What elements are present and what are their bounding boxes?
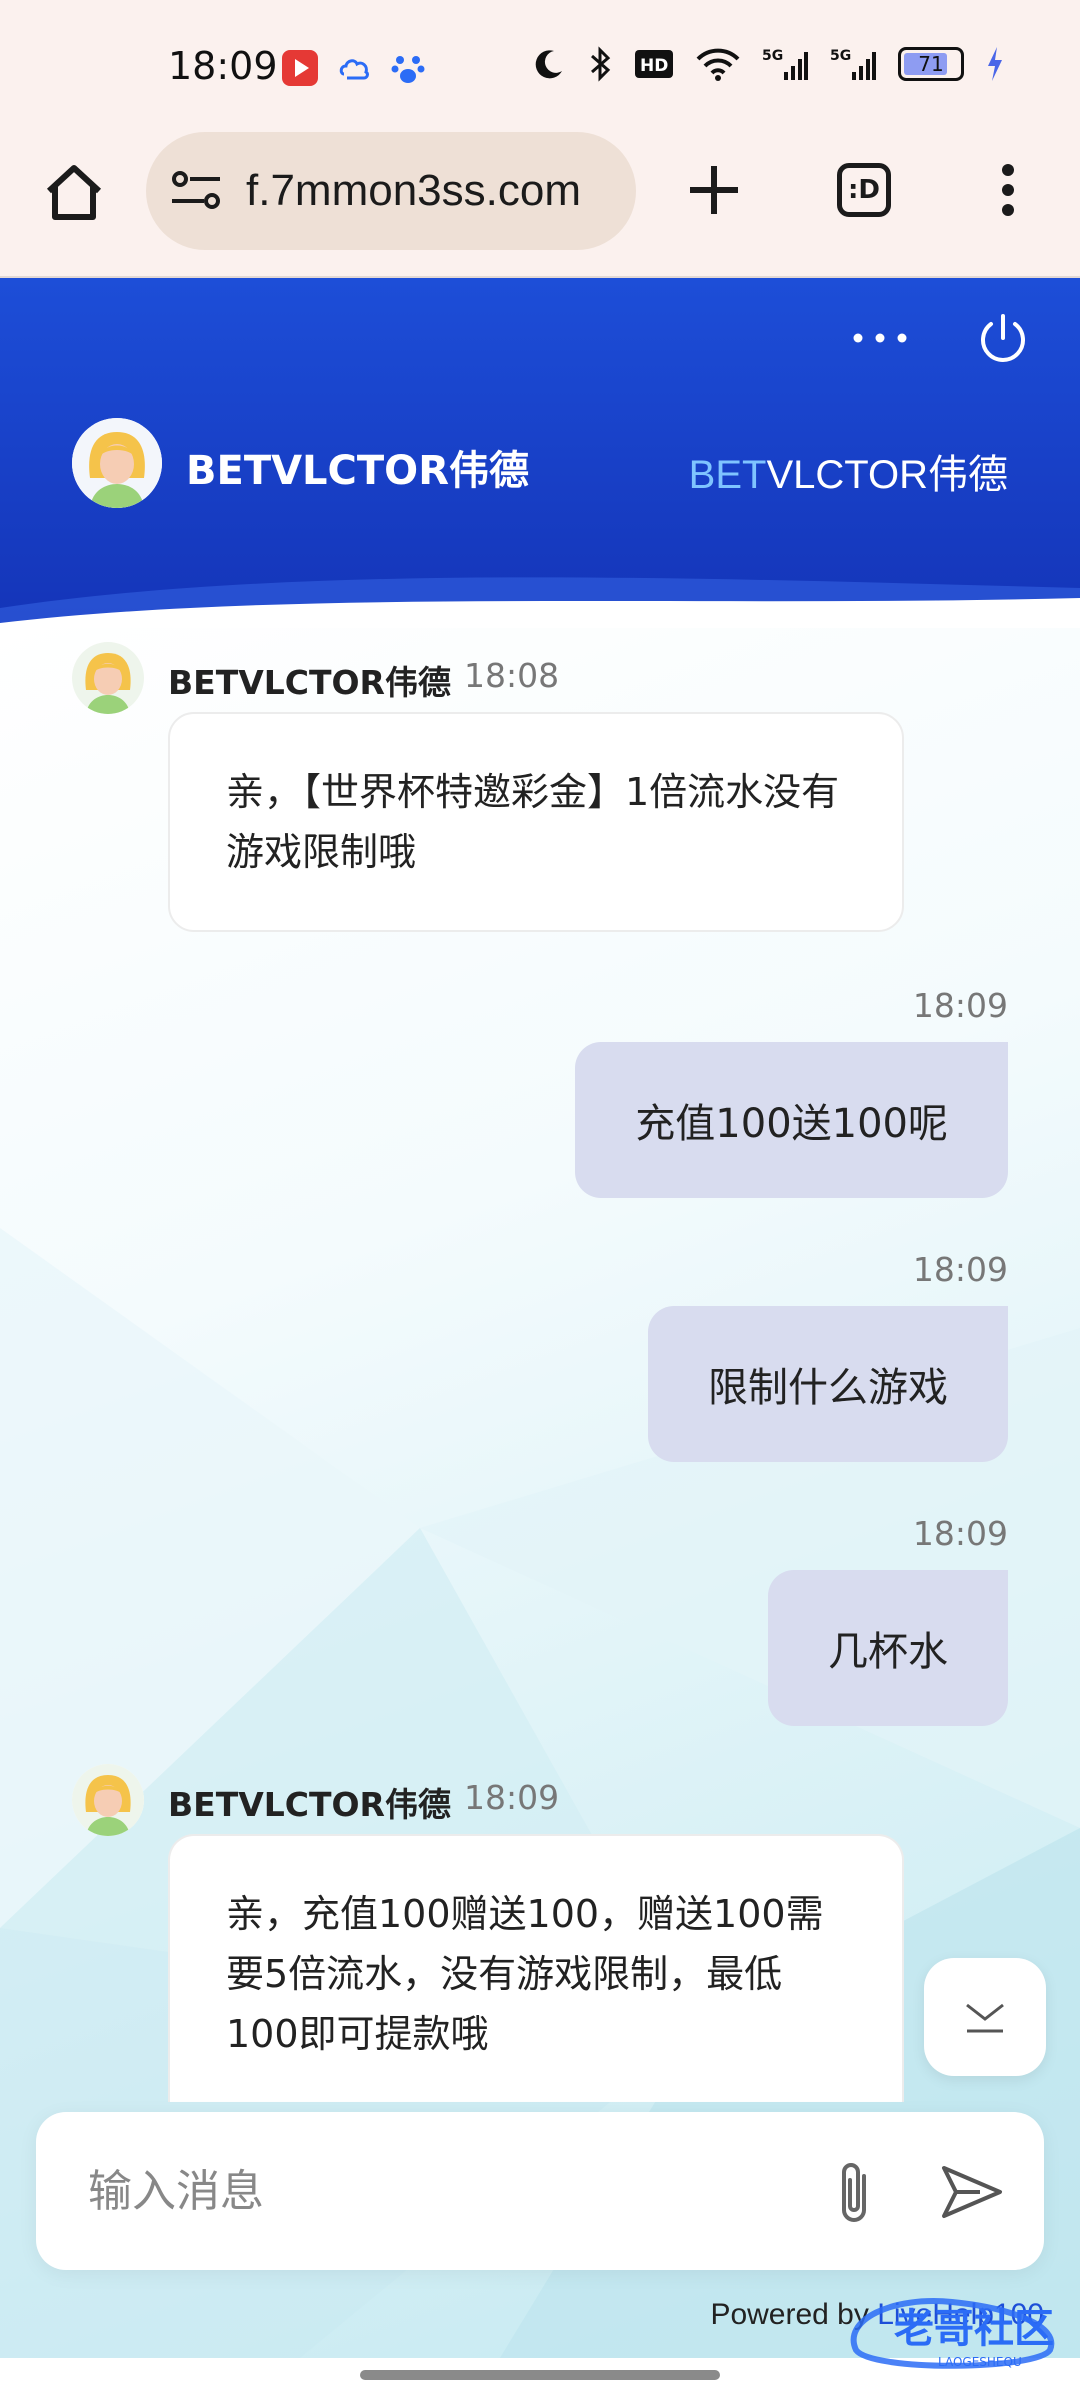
message-composer — [36, 2112, 1044, 2270]
url-text: f.7mmon3ss.com — [246, 166, 581, 215]
chat-header: BETVLCTOR伟德 BETVLCTOR伟德 — [0, 278, 1080, 628]
message-time: 18:08 — [464, 656, 560, 695]
watermark-logo: 老哥社区 LAOGESHEQU — [850, 2298, 1055, 2369]
scroll-down-icon — [966, 2003, 1004, 2033]
wifi-icon — [696, 48, 740, 81]
agent-message: BETVLCTOR伟德 18:09 亲，充值100赠送100，赠送100需要5倍… — [72, 1764, 932, 2102]
agent-avatar — [72, 642, 144, 714]
home-button[interactable] — [36, 154, 112, 230]
more-options-button[interactable] — [850, 308, 910, 368]
status-bar: 18:09 HD 5G 5G 71 — [0, 0, 1080, 130]
video-app-icon — [282, 50, 318, 86]
svg-text:HD: HD — [640, 56, 668, 76]
send-icon[interactable] — [936, 2158, 1006, 2228]
user-bubble: 充值100送100呢 — [575, 1042, 1008, 1198]
status-time: 18:09 — [168, 44, 278, 88]
svg-text:5G: 5G — [830, 48, 851, 64]
bluetooth-icon — [591, 46, 611, 82]
message-time: 18:09 — [912, 1250, 1008, 1289]
site-settings-icon[interactable] — [170, 169, 222, 213]
browser-toolbar: f.7mmon3ss.com :D — [0, 130, 1080, 278]
agent-avatar — [72, 418, 162, 508]
agent-avatar-image — [72, 418, 162, 508]
message-time: 18:09 — [912, 1514, 1008, 1553]
agent-avatar — [72, 1764, 144, 1836]
gesture-nav-bar[interactable] — [360, 2370, 720, 2380]
agent-name: BETVLCTOR伟德 — [168, 1785, 451, 1824]
plus-icon — [690, 166, 738, 214]
charging-icon — [988, 47, 1002, 81]
header-wave — [0, 577, 1080, 628]
scroll-to-bottom-button[interactable] — [924, 1958, 1046, 2076]
hd-icon: HD — [635, 50, 673, 78]
agent-bubble: 亲，【世界杯特邀彩金】1倍流水没有游戏限制哦 — [168, 712, 904, 932]
brand-logo: BETVLCTOR伟德 — [689, 442, 1008, 500]
message-input[interactable] — [88, 2156, 788, 2226]
tab-switcher-button[interactable]: :D — [826, 152, 902, 228]
agent-bubble: 亲，充值100赠送100，赠送100需要5倍流水，没有游戏限制，最低100即可提… — [168, 1834, 904, 2102]
new-tab-button[interactable] — [676, 152, 752, 228]
home-icon — [46, 165, 102, 220]
user-bubble: 限制什么游戏 — [648, 1306, 1008, 1462]
watermark-text: 老哥社区 — [894, 2306, 1054, 2352]
brand-logo-suffix: VLCTOR伟德 — [766, 453, 1008, 497]
more-vertical-icon — [1002, 164, 1014, 216]
signal-5g-icon-1: 5G — [762, 48, 808, 80]
user-bubble: 几杯水 — [768, 1570, 1008, 1726]
brand-logo-prefix: BET — [688, 453, 767, 497]
chat-messages[interactable]: BETVLCTOR伟德 18:08 亲，【世界杯特邀彩金】1倍流水没有游戏限制哦… — [0, 628, 1080, 2358]
moon-icon — [535, 50, 562, 79]
tab-switcher-label: :D — [837, 163, 891, 217]
battery-icon: 71 — [898, 47, 964, 81]
agent-avatar-image — [72, 642, 144, 714]
agent-avatar-image — [72, 1764, 144, 1836]
attachment-icon[interactable] — [822, 2158, 886, 2228]
power-icon[interactable] — [974, 310, 1032, 368]
message-time: 18:09 — [912, 986, 1008, 1025]
more-horizontal-icon — [853, 333, 907, 343]
header-agent-name: BETVLCTOR伟德 — [186, 448, 529, 494]
browser-menu-button[interactable] — [970, 152, 1046, 228]
watermark-subtext: LAOGESHEQU — [938, 2355, 1022, 2369]
status-indicators: HD 5G 5G 71 — [532, 46, 1004, 82]
paw-app-icon — [391, 56, 425, 83]
agent-message: BETVLCTOR伟德 18:08 亲，【世界杯特邀彩金】1倍流水没有游戏限制哦 — [72, 642, 932, 942]
svg-text:5G: 5G — [762, 48, 783, 64]
signal-5g-icon-2: 5G — [830, 48, 876, 80]
message-time: 18:09 — [464, 1778, 560, 1817]
agent-name: BETVLCTOR伟德 — [168, 663, 451, 702]
cloud-app-icon — [339, 59, 369, 80]
address-bar[interactable]: f.7mmon3ss.com — [146, 132, 636, 250]
battery-level: 71 — [918, 52, 944, 76]
